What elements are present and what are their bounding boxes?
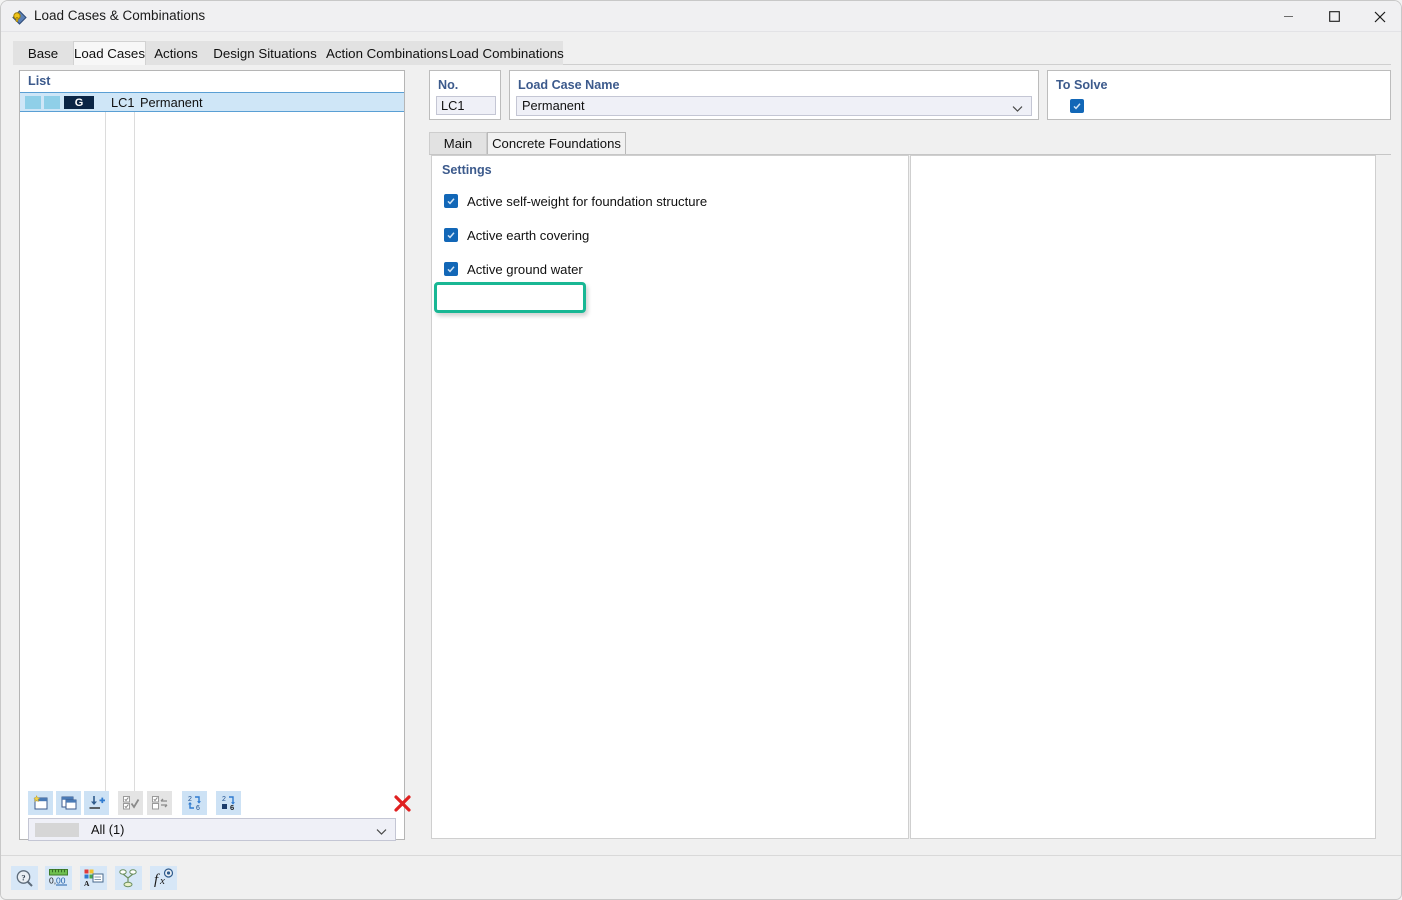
row-color-swatch-2	[44, 96, 60, 109]
select-all-icon[interactable]	[118, 791, 143, 815]
bottom-bar: ? 0, 00 A f x	[1, 855, 1401, 899]
svg-text:00: 00	[56, 876, 66, 886]
svg-text:x: x	[159, 875, 165, 887]
column-divider-2	[134, 92, 135, 792]
active-ground-water-label: Active ground water	[467, 261, 583, 277]
dialog-window: Load Cases & Combinations Base Load Case…	[0, 0, 1402, 900]
settings-title: Settings	[442, 163, 492, 177]
renumber-sequence-icon[interactable]: 2 6	[216, 791, 241, 815]
column-divider-1	[105, 92, 106, 792]
chevron-down-icon	[1012, 101, 1023, 116]
maximize-button[interactable]	[1311, 1, 1357, 32]
tab-base[interactable]: Base	[13, 41, 73, 65]
row-color-swatch-1	[25, 96, 41, 109]
list-header-label: List	[28, 74, 51, 88]
table-row[interactable]: G LC1 Permanent	[20, 92, 404, 112]
invert-selection-icon[interactable]	[147, 791, 172, 815]
tab-design-situations[interactable]: Design Situations	[206, 41, 324, 65]
load-case-list-panel: List G LC1 Permanent 2 6 2 6 All (1)	[19, 70, 411, 841]
active-earth-covering-label: Active earth covering	[467, 227, 590, 243]
load-case-name-label: Load Case Name	[518, 78, 620, 92]
to-solve-field-group: To Solve	[1047, 70, 1391, 120]
svg-text:?: ?	[21, 872, 25, 882]
load-case-name-combo[interactable]: Permanent	[516, 96, 1032, 116]
svg-text:6: 6	[196, 805, 200, 812]
load-case-name-value: Permanent	[522, 98, 585, 113]
svg-text:A: A	[84, 879, 90, 888]
active-earth-covering-checkbox[interactable]	[444, 228, 458, 242]
chevron-down-icon	[376, 824, 387, 839]
tab-load-cases[interactable]: Load Cases	[73, 41, 146, 65]
new-load-case-icon[interactable]	[28, 791, 53, 815]
active-ground-water-checkbox[interactable]	[444, 262, 458, 276]
active-self-weight-checkbox[interactable]	[444, 194, 458, 208]
filter-label: All (1)	[91, 822, 125, 837]
info-icon[interactable]: ?	[11, 866, 38, 890]
dialog-body: List G LC1 Permanent 2 6 2 6 All (1) No.…	[1, 65, 1401, 855]
row-cell-name: Permanent	[140, 95, 203, 110]
list-filter-combo[interactable]: All (1)	[28, 818, 396, 841]
filter-tree-icon[interactable]	[115, 866, 142, 890]
row-cell-no: LC1	[111, 95, 135, 110]
setting-active-ground-water[interactable]: Active ground water	[444, 259, 583, 279]
close-button[interactable]	[1357, 1, 1401, 32]
lock-tag-icon	[11, 8, 28, 25]
tab-concrete-foundations[interactable]: Concrete Foundations	[487, 132, 626, 154]
tab-actions[interactable]: Actions	[146, 41, 206, 65]
load-case-name-field-group: Load Case Name Permanent	[509, 70, 1039, 120]
setting-active-self-weight[interactable]: Active self-weight for foundation struct…	[444, 191, 707, 211]
load-case-table[interactable]: G LC1 Permanent	[20, 92, 404, 792]
to-solve-label: To Solve	[1056, 78, 1108, 92]
settings-panel: Settings Active self-weight for foundati…	[431, 155, 909, 839]
no-field-group: No. LC1	[429, 70, 501, 120]
no-input[interactable]: LC1	[436, 96, 496, 115]
copy-load-case-icon[interactable]	[56, 791, 81, 815]
no-field-label: No.	[438, 78, 459, 92]
to-solve-checkbox[interactable]	[1070, 99, 1084, 113]
delete-icon[interactable]	[390, 791, 415, 815]
setting-active-earth-covering[interactable]: Active earth covering	[444, 225, 589, 245]
window-title: Load Cases & Combinations	[34, 8, 206, 23]
renumber-icon[interactable]: 2 6	[182, 791, 207, 815]
load-case-detail-panel: No. LC1 Load Case Name Permanent To Solv…	[413, 70, 1391, 840]
comment-icon[interactable]: A	[80, 866, 107, 890]
svg-text:2: 2	[222, 796, 226, 803]
tab-action-combinations[interactable]: Action Combinations	[324, 41, 450, 65]
list-header: List	[20, 71, 404, 91]
formula-icon[interactable]: f x	[150, 866, 177, 890]
import-load-case-icon[interactable]	[84, 791, 109, 815]
svg-text:6: 6	[230, 803, 234, 812]
list-toolbar: 2 6 2 6	[20, 787, 411, 820]
foundations-preview-panel	[910, 155, 1376, 839]
active-self-weight-label: Active self-weight for foundation struct…	[467, 193, 708, 209]
title-bar: Load Cases & Combinations	[1, 1, 1401, 32]
units-icon[interactable]: 0, 00	[45, 866, 72, 890]
tab-main[interactable]: Main	[429, 132, 487, 154]
filter-color-swatch	[35, 823, 79, 837]
tab-load-combinations[interactable]: Load Combinations	[449, 41, 564, 65]
action-category-badge: G	[64, 96, 94, 109]
svg-text:2: 2	[188, 796, 192, 803]
minimize-button[interactable]	[1265, 1, 1311, 32]
